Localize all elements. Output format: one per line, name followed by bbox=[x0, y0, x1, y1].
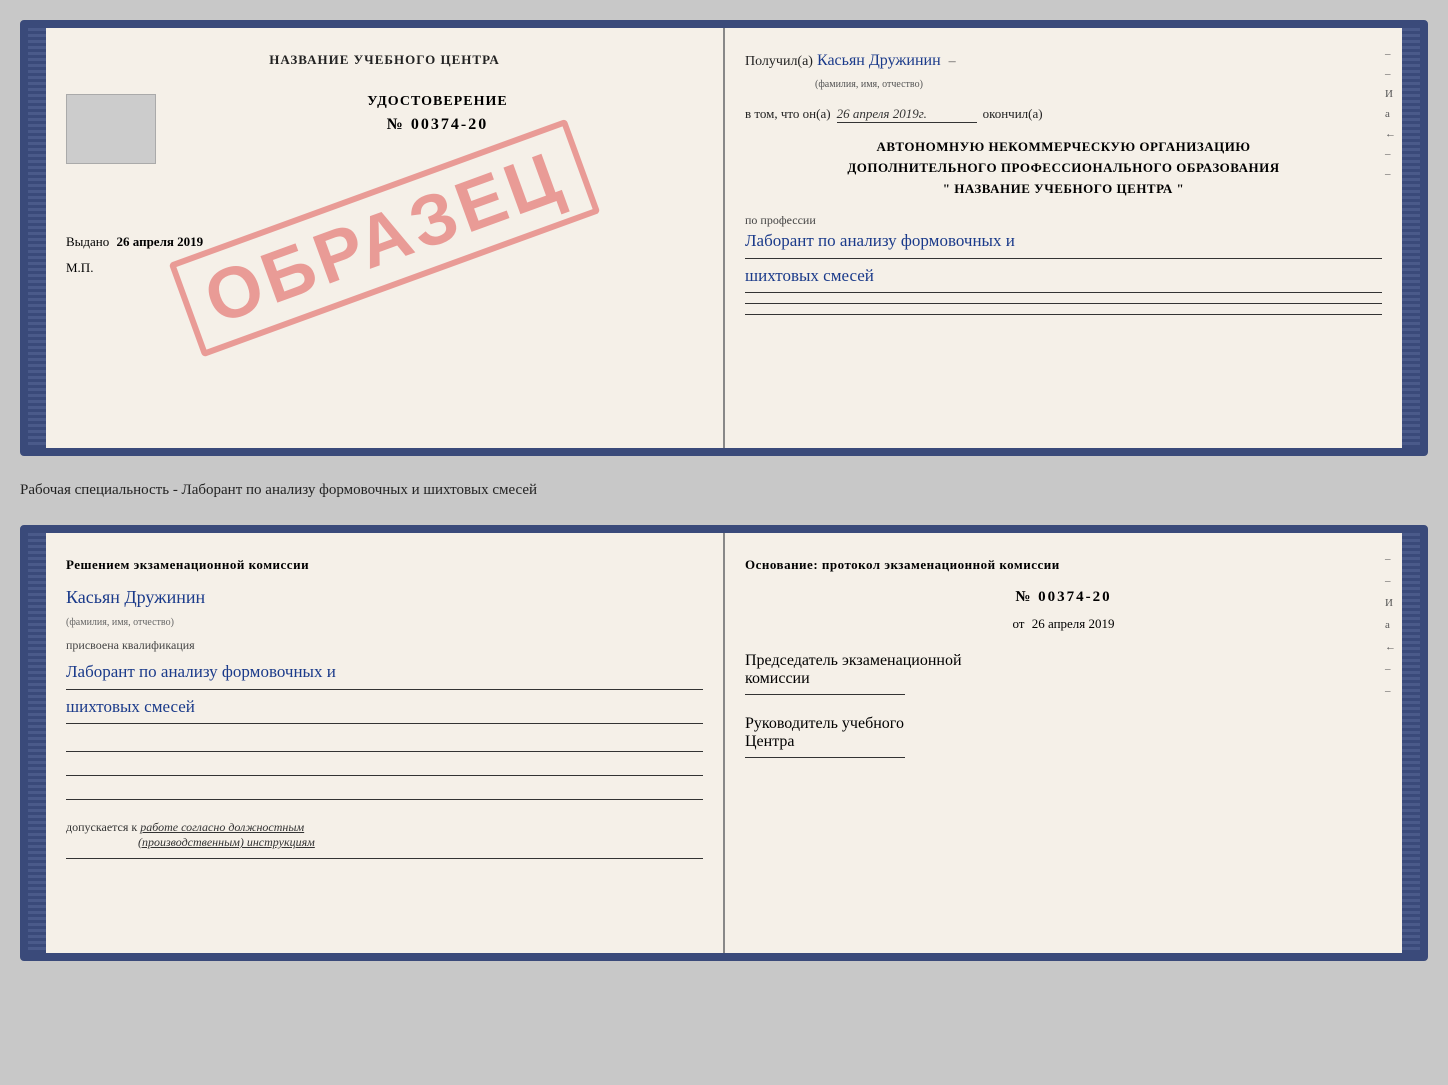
profession-line1: Лаборант по анализу формовочных и bbox=[745, 228, 1382, 254]
profession-underline4 bbox=[745, 314, 1382, 315]
dopusk-block: допускается к работе согласно должностны… bbox=[66, 820, 703, 835]
top-certificate: НАЗВАНИЕ УЧЕБНОГО ЦЕНТРА УДОСТОВЕРЕНИЕ №… bbox=[20, 20, 1428, 456]
cert-photo-placeholder bbox=[66, 94, 156, 164]
avtonom-quote: " НАЗВАНИЕ УЧЕБНОГО ЦЕНТРА " bbox=[745, 179, 1382, 200]
cert-right-panel: Получил(а) Касьян Дружинин – (фамилия, и… bbox=[725, 28, 1402, 448]
vtom-label: в том, что он(а) bbox=[745, 106, 831, 122]
exam-left-panel: Решением экзаменационной комиссии Касьян… bbox=[46, 533, 725, 953]
predsedatel-sign-line bbox=[745, 694, 905, 695]
predsedatel-block: Председатель экзаменационной комиссии bbox=[745, 652, 1382, 695]
fio-sublabel: (фамилия, имя, отчество) bbox=[815, 79, 923, 90]
poluchil-name: Касьян Дружинин bbox=[817, 52, 941, 70]
protocol-number: № 00374-20 bbox=[745, 589, 1382, 606]
tsentr-label: Центра bbox=[745, 733, 1382, 751]
cert-udost-label: УДОСТОВЕРЕНИЕ bbox=[172, 94, 703, 110]
okonchil-label: окончил(а) bbox=[983, 106, 1043, 122]
poluchil-line: Получил(а) Касьян Дружинин – bbox=[745, 52, 1382, 70]
poluchil-label: Получил(а) bbox=[745, 54, 813, 70]
ot-date-val: 26 апреля 2019 bbox=[1032, 616, 1115, 631]
blank-line3 bbox=[66, 786, 703, 800]
profession-underline2 bbox=[745, 292, 1382, 293]
blank-line1 bbox=[66, 738, 703, 752]
vtom-line: в том, что он(а) 26 апреля 2019г. окончи… bbox=[745, 106, 1382, 123]
cert-number-section: УДОСТОВЕРЕНИЕ № 00374-20 bbox=[172, 94, 703, 134]
cert-number: № 00374-20 bbox=[172, 116, 703, 134]
specialty-label: Рабочая специальность - Лаборант по анал… bbox=[20, 474, 1428, 507]
kvali-line1: Лаборант по анализу формовочных и bbox=[66, 659, 703, 685]
vydano-date: 26 апреля 2019 bbox=[117, 234, 204, 249]
kvali-label: присвоена квалификация bbox=[66, 638, 703, 653]
dopusk-italic1: работе согласно должностным bbox=[140, 820, 304, 834]
right-markers-2: – – И а ← – – bbox=[1385, 553, 1396, 697]
exam-header: Решением экзаменационной комиссии bbox=[66, 557, 703, 573]
rukovod-label: Руководитель учебного bbox=[745, 715, 1382, 733]
booklet-spine-right bbox=[1402, 28, 1420, 448]
kasyan-line: Касьян Дружинин bbox=[66, 587, 703, 608]
cert-left-panel: НАЗВАНИЕ УЧЕБНОГО ЦЕНТРА УДОСТОВЕРЕНИЕ №… bbox=[46, 28, 725, 448]
dopusk-italic2: (производственным) инструкциям bbox=[138, 835, 315, 849]
avtonom-line2: ДОПОЛНИТЕЛЬНОГО ПРОФЕССИОНАЛЬНОГО ОБРАЗО… bbox=[745, 158, 1382, 179]
ot-label: от bbox=[1012, 616, 1024, 631]
ot-date: от 26 апреля 2019 bbox=[745, 616, 1382, 632]
po-professii-label: по профессии bbox=[745, 213, 1382, 228]
cert-mp: М.П. bbox=[66, 260, 703, 276]
dopusk-label: допускается к bbox=[66, 820, 137, 834]
cert-vydano: Выдано 26 апреля 2019 bbox=[66, 234, 703, 250]
booklet-spine-left bbox=[28, 28, 46, 448]
dopusk-underline bbox=[66, 858, 703, 859]
profession-line2: шихтовых смесей bbox=[745, 263, 1382, 289]
kvali-line2: шихтовых смесей bbox=[66, 694, 703, 720]
kvali-underline2 bbox=[66, 723, 703, 724]
profession-underline1 bbox=[745, 258, 1382, 259]
bottom-certificate: Решением экзаменационной комиссии Касьян… bbox=[20, 525, 1428, 961]
avtonom-block: АВТОНОМНУЮ НЕКОММЕРЧЕСКУЮ ОРГАНИЗАЦИЮ ДО… bbox=[745, 137, 1382, 199]
booklet-spine2-left bbox=[28, 533, 46, 953]
rukovod-block: Руководитель учебного Центра bbox=[745, 715, 1382, 758]
blank-lines bbox=[66, 738, 703, 800]
booklet-spine2-right bbox=[1402, 533, 1420, 953]
avtonom-line1: АВТОНОМНУЮ НЕКОММЕРЧЕСКУЮ ОРГАНИЗАЦИЮ bbox=[745, 137, 1382, 158]
predsedatel-label: Председатель экзаменационной bbox=[745, 652, 1382, 670]
vydano-label: Выдано bbox=[66, 234, 109, 249]
vtom-date: 26 апреля 2019г. bbox=[837, 106, 977, 123]
po-professii-block: по профессии Лаборант по анализу формово… bbox=[745, 213, 1382, 315]
profession-underline3 bbox=[745, 303, 1382, 304]
exam-fio-sub: (фамилия, имя, отчество) bbox=[66, 617, 174, 628]
rukovod-sign-line bbox=[745, 757, 905, 758]
blank-line2 bbox=[66, 762, 703, 776]
kasyan-name: Касьян Дружинин bbox=[66, 587, 205, 608]
cert-title: НАЗВАНИЕ УЧЕБНОГО ЦЕНТРА bbox=[66, 52, 703, 68]
komisii-label: комиссии bbox=[745, 670, 1382, 688]
right-markers: – – И а ← – – bbox=[1385, 48, 1396, 180]
exam-right-panel: Основание: протокол экзаменационной коми… bbox=[725, 533, 1402, 953]
osnovanie-header: Основание: протокол экзаменационной коми… bbox=[745, 557, 1382, 573]
kvali-underline1 bbox=[66, 689, 703, 690]
